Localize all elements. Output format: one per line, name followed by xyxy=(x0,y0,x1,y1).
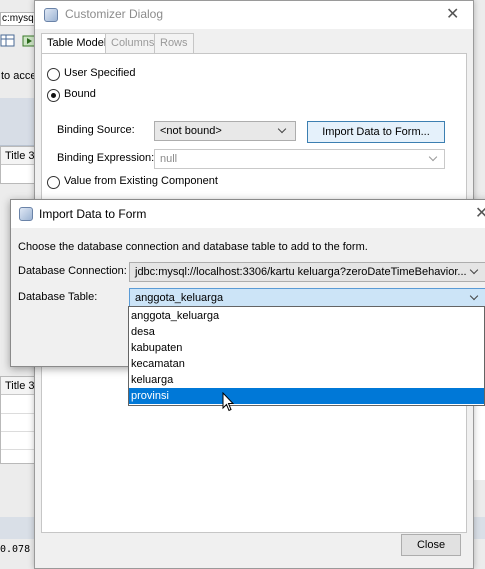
import-dialog-title: Import Data to Form xyxy=(39,207,147,221)
dropdown-option[interactable]: kabupaten xyxy=(129,340,484,356)
database-connection-value: jdbc:mysql://localhost:3306/kartu keluar… xyxy=(135,266,467,278)
tab-table-model[interactable]: Table Model xyxy=(41,33,113,54)
database-connection-combo[interactable]: jdbc:mysql://localhost:3306/kartu keluar… xyxy=(129,262,485,282)
database-table-label: Database Table: xyxy=(18,291,98,303)
close-button[interactable]: Close xyxy=(401,534,461,556)
binding-source-combo[interactable]: <not bound> xyxy=(154,121,296,141)
customizer-title: Customizer Dialog xyxy=(65,7,164,21)
access-text-fragment: to acce xyxy=(1,70,37,82)
radio-existing-component-label[interactable]: Value from Existing Component xyxy=(64,175,218,187)
close-icon[interactable]: ✕ xyxy=(475,206,485,222)
close-icon[interactable]: ✕ xyxy=(446,7,459,23)
dropdown-option[interactable]: kecamatan xyxy=(129,356,484,372)
chevron-down-icon xyxy=(469,291,479,301)
netbeans-app-icon xyxy=(44,8,58,22)
dropdown-option[interactable]: desa xyxy=(129,324,484,340)
dropdown-option[interactable]: keluarga xyxy=(129,372,484,388)
radio-user-specified[interactable] xyxy=(47,68,60,81)
chevron-down-icon xyxy=(469,265,479,275)
binding-expression-value: null xyxy=(160,153,178,165)
tab-columns[interactable]: Columns xyxy=(105,33,161,53)
import-data-button[interactable]: Import Data to Form... xyxy=(307,121,445,143)
toolbar-grid-icon[interactable] xyxy=(0,34,16,48)
binding-expression-label: Binding Expression: xyxy=(57,152,155,164)
dropdown-option-selected[interactable]: provinsi xyxy=(129,388,484,404)
netbeans-app-icon xyxy=(19,207,33,221)
coordinate-readout: 0.078 xyxy=(0,544,31,555)
import-instructions: Choose the database connection and datab… xyxy=(18,241,368,253)
database-table-combo[interactable]: anggota_keluarga xyxy=(129,288,485,308)
radio-bound-label[interactable]: Bound xyxy=(64,88,96,100)
database-connection-label: Database Connection: xyxy=(18,265,127,277)
chevron-down-icon xyxy=(277,124,287,134)
database-table-value: anggota_keluarga xyxy=(135,292,224,304)
radio-existing-component[interactable] xyxy=(47,176,60,189)
customizer-titlebar: Customizer Dialog ✕ xyxy=(35,1,473,29)
import-titlebar: Import Data to Form ✕ xyxy=(11,200,485,228)
mouse-cursor-icon xyxy=(222,391,235,415)
binding-expression-field[interactable]: null xyxy=(154,149,445,169)
radio-user-specified-label[interactable]: User Specified xyxy=(64,67,136,79)
binding-source-label: Binding Source: xyxy=(57,124,135,136)
tab-rows[interactable]: Rows xyxy=(154,33,194,53)
chevron-down-icon xyxy=(428,152,438,162)
dropdown-option[interactable]: anggota_keluarga xyxy=(129,308,484,324)
database-table-dropdown: anggota_keluarga desa kabupaten kecamata… xyxy=(128,306,485,406)
binding-source-value: <not bound> xyxy=(160,125,222,137)
radio-bound[interactable] xyxy=(47,89,60,102)
